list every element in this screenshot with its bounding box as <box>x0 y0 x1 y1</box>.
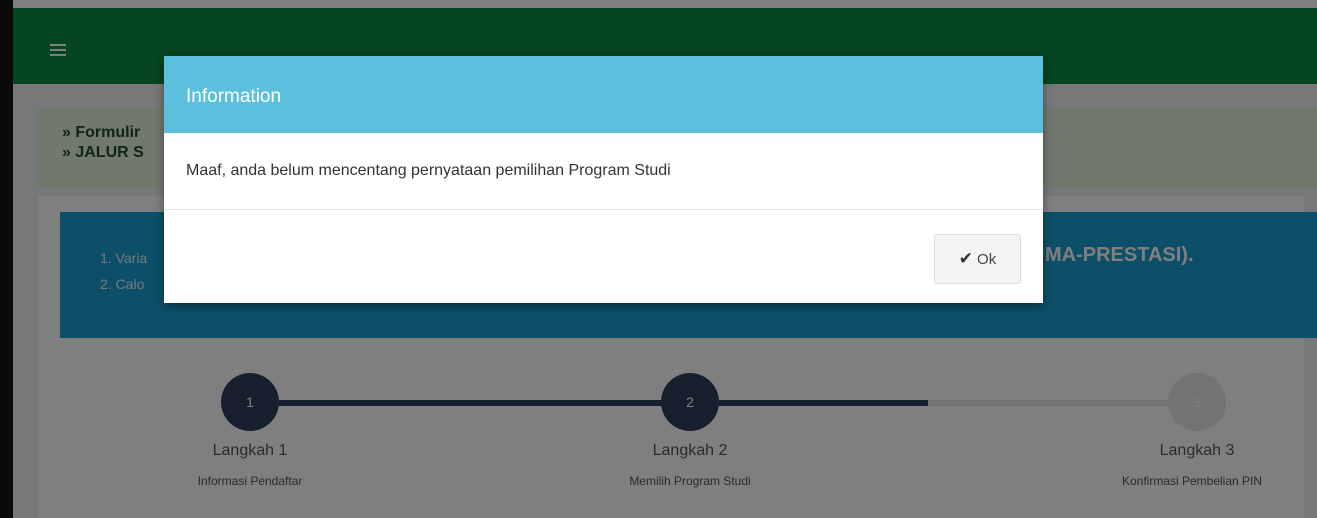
modal-title: Information <box>186 86 282 107</box>
information-modal: Information Maaf, anda belum mencentang … <box>164 56 1043 303</box>
ok-button[interactable]: ✔ Ok <box>934 234 1021 284</box>
modal-header: Information <box>164 56 1043 133</box>
ok-button-label: Ok <box>977 250 997 268</box>
modal-body: Maaf, anda belum mencentang pernyataan p… <box>164 133 1043 209</box>
check-icon: ✔ <box>958 249 974 268</box>
modal-message: Maaf, anda belum mencentang pernyataan p… <box>186 162 671 179</box>
modal-footer: ✔ Ok <box>164 209 1043 303</box>
